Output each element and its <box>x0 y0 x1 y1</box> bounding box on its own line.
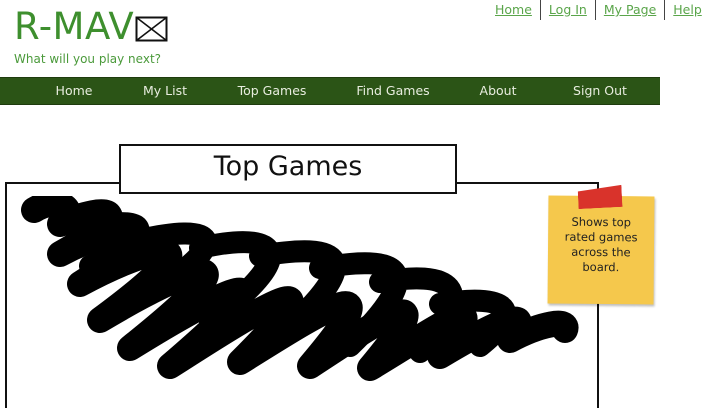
toplink-my-page[interactable]: My Page <box>594 0 664 20</box>
broken-image-icon <box>135 16 168 42</box>
toplink-home[interactable]: Home <box>487 0 540 20</box>
toplink-help[interactable]: Help <box>664 0 707 20</box>
nav-item-find-games[interactable]: Find Games <box>356 78 429 104</box>
nav-item-sign-out[interactable]: Sign Out <box>573 78 627 104</box>
sticky-note: Shows top rated games across the board. <box>547 195 655 305</box>
sticky-note-text: Shows top rated games across the board. <box>564 214 638 275</box>
main-navbar: Home My List Top Games Find Games About … <box>0 77 660 105</box>
panel-title-box: Top Games <box>119 144 457 194</box>
nav-item-my-list[interactable]: My List <box>143 78 187 104</box>
top-links: Home Log In My Page Help <box>487 0 707 20</box>
nav-item-about[interactable]: About <box>480 78 517 104</box>
logo-text: R-MAV <box>14 5 135 48</box>
page-title: Top Games <box>213 150 363 182</box>
site-logo[interactable]: R-MAV <box>14 4 168 50</box>
toplink-login[interactable]: Log In <box>539 0 595 20</box>
nav-item-top-games[interactable]: Top Games <box>238 78 307 104</box>
tagline: What will you play next? <box>14 52 162 66</box>
nav-item-home[interactable]: Home <box>56 78 93 104</box>
content-placeholder-scribble <box>21 196 579 381</box>
